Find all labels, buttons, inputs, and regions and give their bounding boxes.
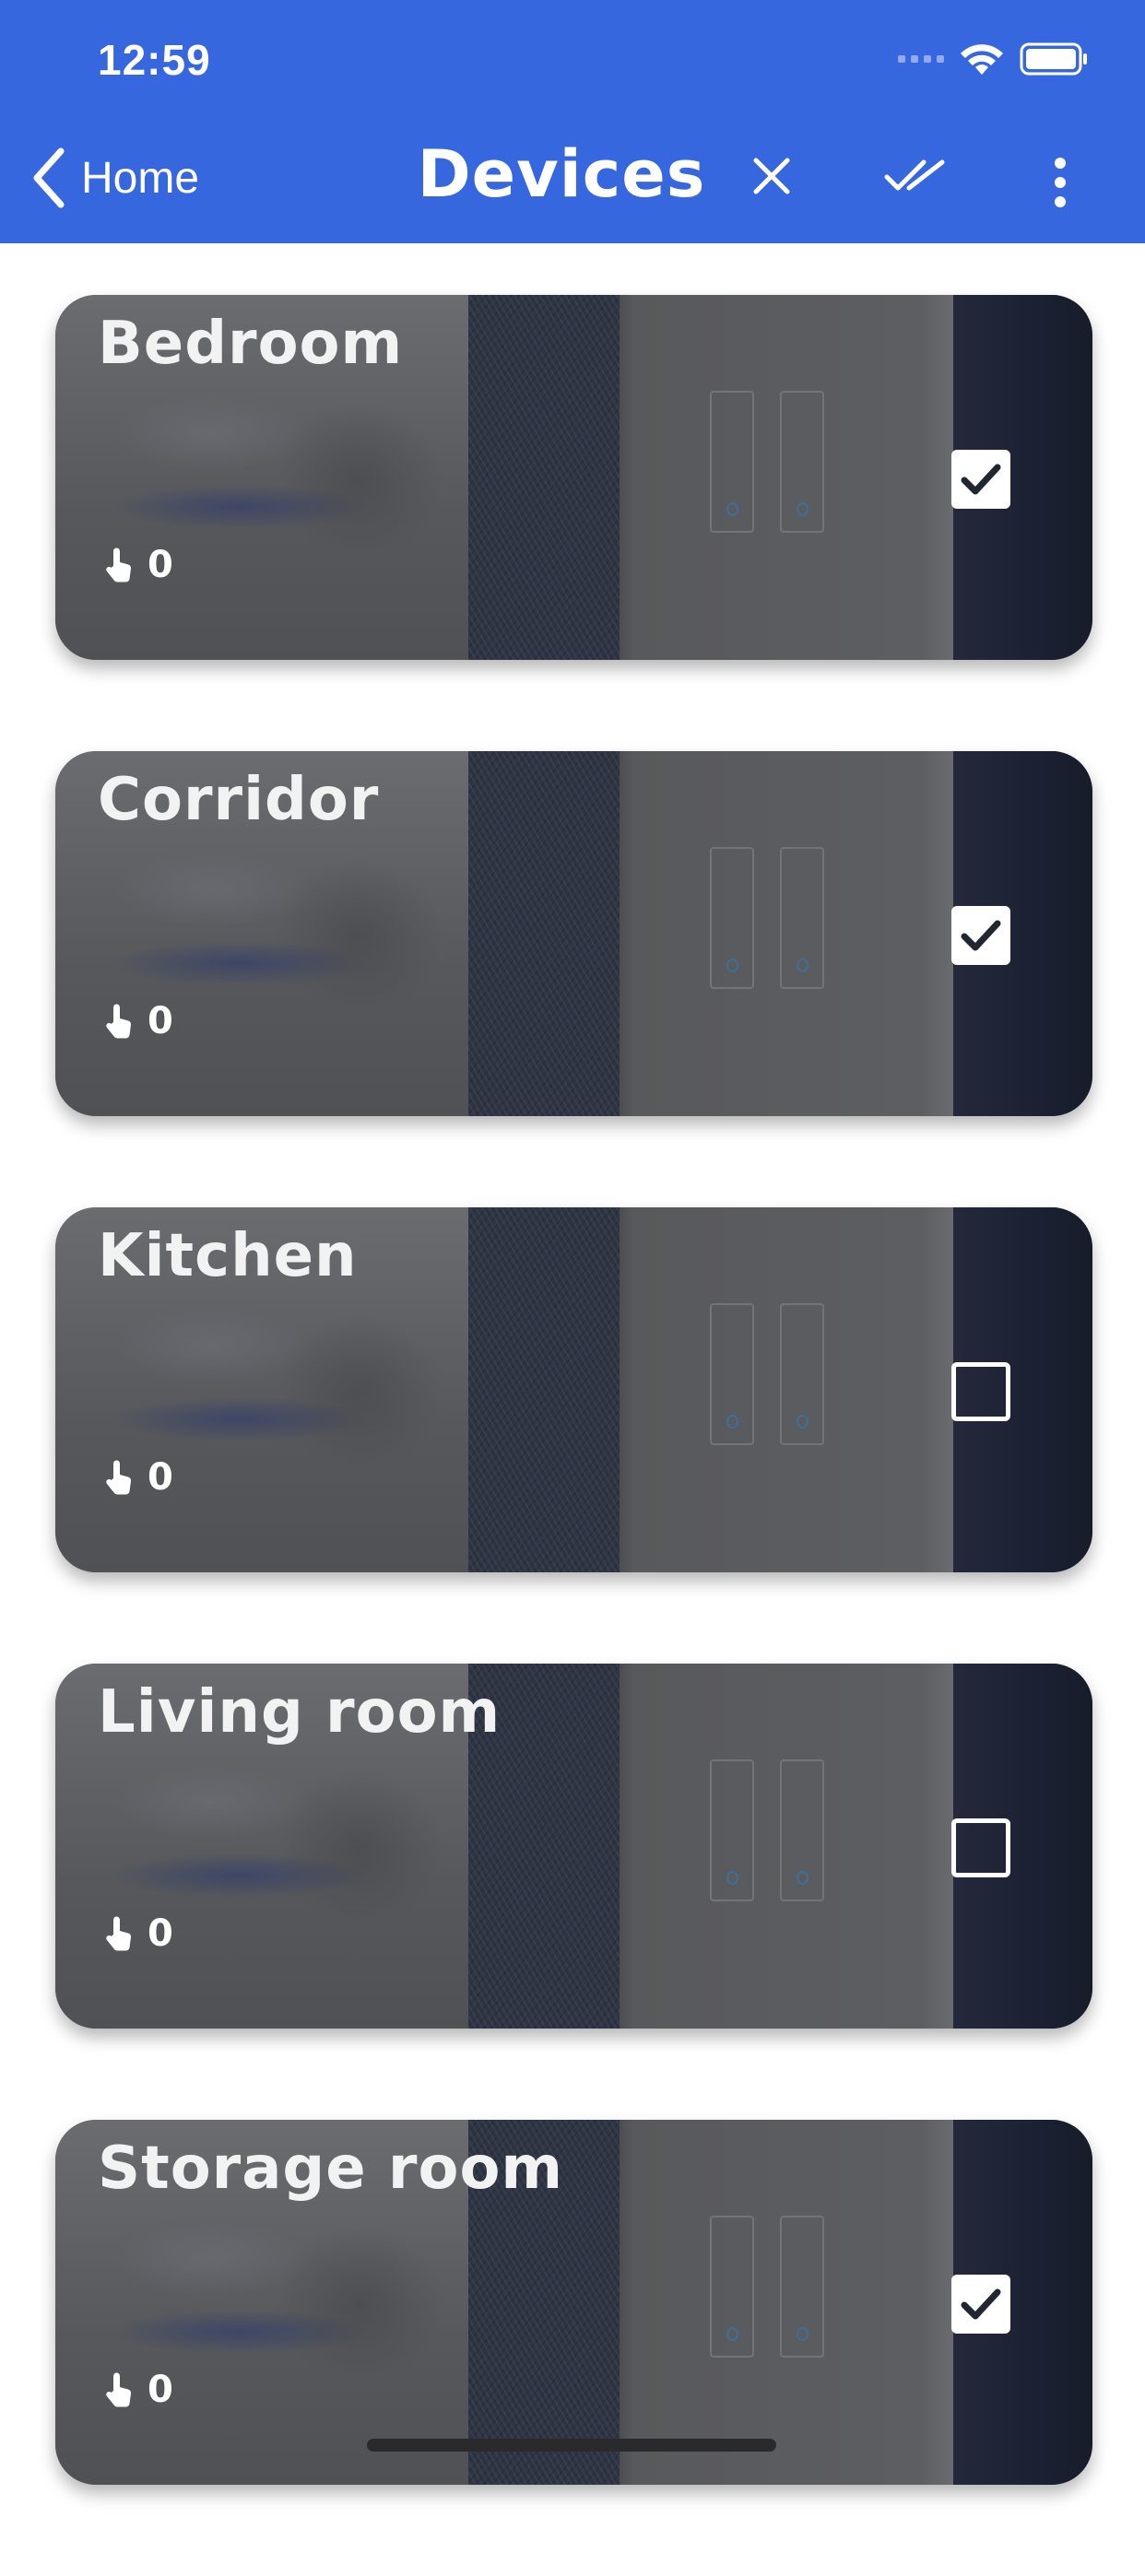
touch-icon bbox=[106, 1916, 132, 1951]
signal-icon bbox=[898, 55, 944, 63]
switch-button-image bbox=[780, 391, 824, 533]
switch-button-image bbox=[710, 391, 754, 533]
checkmark-icon bbox=[961, 2288, 1001, 2320]
home-indicator bbox=[367, 2439, 776, 2452]
app-header: 12:59 Home Devices bbox=[0, 0, 1145, 243]
device-count-value: 0 bbox=[148, 1456, 173, 1499]
switch-button-image bbox=[780, 1303, 824, 1445]
room-name: Living room bbox=[98, 1678, 502, 1747]
room-checkbox[interactable] bbox=[951, 906, 1010, 965]
switch-button-image bbox=[780, 847, 824, 989]
device-count-value: 0 bbox=[148, 2369, 173, 2411]
switch-button-image bbox=[710, 1759, 754, 1901]
room-photo-fabric bbox=[468, 295, 620, 660]
device-count-value: 0 bbox=[148, 1000, 173, 1042]
switch-button-image bbox=[710, 847, 754, 989]
device-count: 0 bbox=[103, 2369, 173, 2411]
device-count: 0 bbox=[103, 544, 173, 586]
device-count: 0 bbox=[103, 1000, 173, 1042]
room-photo-fabric bbox=[468, 1207, 620, 1572]
checkmark-icon bbox=[961, 920, 1001, 951]
status-icons bbox=[898, 41, 1090, 77]
close-icon[interactable] bbox=[750, 155, 793, 197]
status-time: 12:59 bbox=[98, 36, 211, 84]
device-count: 0 bbox=[103, 1912, 173, 1955]
device-count-value: 0 bbox=[148, 544, 173, 586]
room-checkbox[interactable] bbox=[951, 1818, 1010, 1877]
room-name: Corridor bbox=[98, 766, 380, 834]
room-list: Bedroom 0 Corridor 0 Kitchen 0 Living ro… bbox=[55, 295, 1092, 2576]
wifi-icon bbox=[961, 44, 1003, 75]
touch-icon bbox=[106, 1460, 132, 1495]
room-card[interactable]: Bedroom 0 bbox=[55, 295, 1092, 660]
room-name: Storage room bbox=[98, 2135, 564, 2203]
room-checkbox[interactable] bbox=[951, 450, 1010, 509]
device-count: 0 bbox=[103, 1456, 173, 1499]
checkmark-icon bbox=[961, 464, 1001, 495]
switch-button-image bbox=[780, 2216, 824, 2358]
room-photo-fabric bbox=[468, 751, 620, 1116]
page-title: Devices bbox=[417, 136, 706, 212]
room-checkbox[interactable] bbox=[951, 1362, 1010, 1421]
more-icon[interactable] bbox=[1051, 157, 1069, 208]
touch-icon bbox=[106, 547, 132, 582]
room-card[interactable]: Living room 0 bbox=[55, 1664, 1092, 2029]
touch-icon bbox=[106, 1004, 132, 1039]
switch-button-image bbox=[780, 1759, 824, 1901]
room-card[interactable]: Storage room 0 bbox=[55, 2120, 1092, 2485]
switch-button-image bbox=[710, 2216, 754, 2358]
select-all-icon[interactable] bbox=[883, 155, 948, 197]
touch-icon bbox=[106, 2372, 132, 2407]
room-name: Bedroom bbox=[98, 310, 404, 378]
room-name: Kitchen bbox=[98, 1222, 358, 1290]
room-checkbox[interactable] bbox=[951, 2275, 1010, 2334]
device-count-value: 0 bbox=[148, 1912, 173, 1955]
switch-button-image bbox=[710, 1303, 754, 1445]
room-card[interactable]: Corridor 0 bbox=[55, 751, 1092, 1116]
room-card[interactable]: Kitchen 0 bbox=[55, 1207, 1092, 1572]
battery-icon bbox=[1020, 42, 1087, 76]
